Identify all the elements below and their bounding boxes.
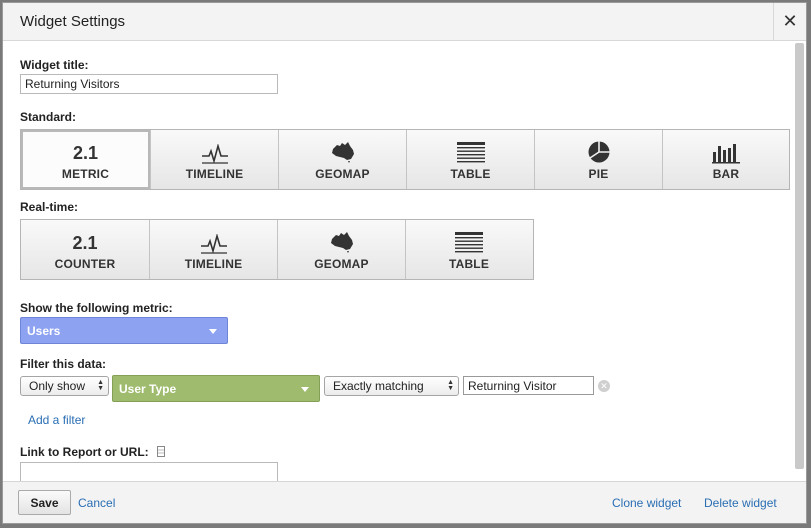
- bar-icon: [712, 138, 740, 164]
- clear-filter-icon[interactable]: ✕: [598, 380, 610, 392]
- filter-value-input[interactable]: [463, 376, 594, 395]
- realtime-label: Real-time:: [20, 200, 79, 214]
- metric-value: Users: [27, 323, 61, 338]
- timeline-icon: [200, 228, 228, 254]
- tile-realtime-geomap[interactable]: GEOMAP: [277, 220, 405, 279]
- filter-mode-select[interactable]: Only show ▲ ▼: [20, 376, 109, 396]
- timeline-icon: [201, 138, 229, 164]
- updown-arrows-icon: ▲ ▼: [97, 379, 104, 392]
- tile-standard-metric[interactable]: 2.1 METRIC: [21, 130, 150, 189]
- dialog-body: Widget title: Standard: 2.1 METRIC TIMEL…: [3, 41, 794, 485]
- tile-realtime-counter[interactable]: 2.1 COUNTER: [21, 220, 149, 279]
- close-icon: ✕: [782, 11, 798, 31]
- filter-match-value: Exactly matching: [333, 379, 424, 393]
- close-button[interactable]: ✕: [773, 3, 806, 40]
- tile-label: TABLE: [448, 257, 490, 271]
- metric-label: Show the following metric:: [20, 301, 173, 315]
- document-icon[interactable]: [157, 446, 165, 457]
- tile-realtime-table[interactable]: TABLE: [405, 220, 532, 279]
- tile-label: GEOMAP: [315, 167, 370, 181]
- cancel-link[interactable]: Cancel: [78, 496, 115, 510]
- tile-label: TIMELINE: [185, 167, 244, 181]
- tile-realtime-timeline[interactable]: TIMELINE: [149, 220, 277, 279]
- widget-title-input[interactable]: [20, 74, 278, 94]
- table-icon: [456, 138, 485, 164]
- standard-tiles: 2.1 METRIC TIMELINE GEOMAP TABLE PIE BAR: [20, 129, 790, 190]
- metric-dropdown[interactable]: Users: [20, 317, 228, 344]
- geomap-icon: [329, 228, 355, 254]
- realtime-tiles: 2.1 COUNTER TIMELINE GEOMAP TABLE: [20, 219, 534, 280]
- clone-widget-link[interactable]: Clone widget: [612, 496, 681, 510]
- add-filter-link[interactable]: Add a filter: [28, 413, 85, 427]
- tile-standard-table[interactable]: TABLE: [406, 130, 534, 189]
- table-icon: [455, 228, 483, 254]
- scrollbar[interactable]: [795, 43, 804, 469]
- updown-arrows-icon: ▲ ▼: [447, 379, 454, 392]
- dialog-footer: Save Cancel Clone widget Delete widget: [3, 481, 806, 523]
- caret-down-icon: [301, 386, 309, 392]
- tile-standard-bar[interactable]: BAR: [662, 130, 789, 189]
- filter-match-select[interactable]: Exactly matching ▲ ▼: [324, 376, 459, 396]
- tile-label: GEOMAP: [314, 257, 369, 271]
- tile-label: COUNTER: [54, 257, 116, 271]
- dialog-titlebar: Widget Settings ✕: [3, 3, 806, 41]
- tile-label: TIMELINE: [184, 257, 243, 271]
- filter-dimension-dropdown[interactable]: User Type: [112, 375, 320, 402]
- save-button[interactable]: Save: [18, 490, 71, 515]
- tile-label: PIE: [588, 167, 609, 181]
- standard-label: Standard:: [20, 110, 77, 124]
- tile-label: TABLE: [450, 167, 491, 181]
- filter-dimension-value: User Type: [119, 381, 177, 396]
- tile-label: BAR: [712, 167, 740, 181]
- tile-standard-timeline[interactable]: TIMELINE: [150, 130, 278, 189]
- pie-icon: [587, 138, 611, 164]
- widget-settings-dialog: Widget Settings ✕ Widget title: Standard…: [2, 2, 807, 524]
- tile-standard-pie[interactable]: PIE: [534, 130, 662, 189]
- delete-widget-link[interactable]: Delete widget: [704, 496, 777, 510]
- widget-title-label: Widget title:: [20, 58, 89, 72]
- filter-label: Filter this data:: [20, 357, 107, 371]
- tile-label: METRIC: [61, 167, 110, 181]
- counter-icon: 2.1: [72, 233, 98, 253]
- tile-standard-geomap[interactable]: GEOMAP: [278, 130, 406, 189]
- filter-mode-value: Only show: [29, 379, 86, 393]
- metric-icon: 2.1: [72, 143, 99, 163]
- geomap-icon: [330, 138, 356, 164]
- dialog-title: Widget Settings: [20, 13, 126, 30]
- link-label: Link to Report or URL:: [20, 445, 149, 459]
- caret-down-icon: [209, 328, 217, 334]
